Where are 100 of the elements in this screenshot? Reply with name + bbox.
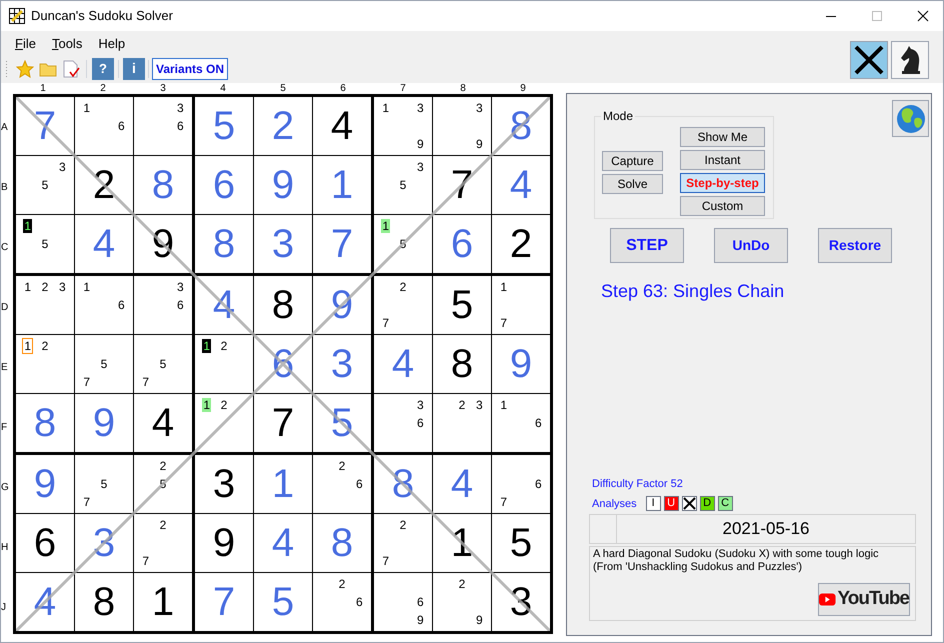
sudoku-cell[interactable]: 8 — [134, 156, 192, 214]
sudoku-cell[interactable]: 8 — [75, 573, 133, 631]
sudoku-cell[interactable]: 3 — [254, 215, 312, 273]
sudoku-cell[interactable]: 1 6 — [75, 276, 133, 334]
sudoku-cell[interactable]: 6 — [433, 215, 491, 273]
sudoku-cell[interactable]: 9 — [16, 455, 74, 513]
sudoku-cell[interactable]: 6 9 — [374, 573, 432, 631]
sudoku-cell[interactable]: 2 — [254, 97, 312, 155]
sudoku-cell[interactable]: 1 7 — [492, 276, 550, 334]
sudoku-cell[interactable]: 1 2 — [195, 335, 253, 393]
sudoku-cell[interactable]: 9 — [254, 156, 312, 214]
sudoku-cell[interactable]: 1 6 — [492, 394, 550, 452]
sudoku-cell[interactable]: 2 — [75, 156, 133, 214]
sudoku-cell[interactable]: 5 — [313, 394, 371, 452]
sudoku-cell[interactable]: 1 — [433, 514, 491, 572]
sudoku-cell[interactable]: 8 — [433, 335, 491, 393]
sudoku-cell[interactable]: 3 6 — [134, 276, 192, 334]
sudoku-cell[interactable]: 1 2 — [16, 335, 74, 393]
sudoku-cell[interactable]: 1 2 3 — [16, 276, 74, 334]
sudoku-cell[interactable]: 9 — [195, 514, 253, 572]
menu-item[interactable]: Help — [92, 32, 132, 54]
mode-option-button[interactable]: Instant — [680, 150, 765, 170]
sudoku-cell[interactable]: 8 — [195, 215, 253, 273]
sudoku-cell[interactable]: 9 — [75, 394, 133, 452]
sudoku-cell[interactable]: 2 6 — [313, 573, 371, 631]
sudoku-cell[interactable]: 1 5 — [16, 215, 74, 273]
menu-item[interactable]: Tools — [46, 32, 88, 54]
sudoku-cell[interactable]: 5 7 — [75, 335, 133, 393]
sudoku-cell[interactable]: 1 — [134, 573, 192, 631]
mode-action-button[interactable]: Solve — [602, 174, 663, 194]
sudoku-cell[interactable]: 3 9 — [433, 97, 491, 155]
sudoku-cell[interactable]: 6 — [195, 156, 253, 214]
sudoku-cell[interactable]: 5 — [433, 276, 491, 334]
sudoku-cell[interactable]: 7 — [195, 573, 253, 631]
action-button[interactable]: UnDo — [714, 228, 788, 263]
sudoku-cell[interactable]: 4 — [492, 156, 550, 214]
sudoku-cell[interactable]: 6 — [16, 514, 74, 572]
sudoku-cell[interactable]: 5 — [195, 97, 253, 155]
sudoku-cell[interactable]: 8 — [16, 394, 74, 452]
info-button[interactable]: i — [123, 58, 145, 80]
sudoku-cell[interactable]: 7 — [16, 97, 74, 155]
globe-button[interactable] — [892, 100, 929, 137]
sudoku-cell[interactable]: 8 — [254, 276, 312, 334]
mode-option-button[interactable]: Show Me — [680, 127, 765, 147]
sudoku-cell[interactable]: 2 — [492, 215, 550, 273]
variants-button[interactable]: Variants ON — [152, 58, 228, 80]
sudoku-cell[interactable]: 3 — [492, 573, 550, 631]
sudoku-cell[interactable]: 2 9 — [433, 573, 491, 631]
sudoku-cell[interactable]: 5 7 — [134, 335, 192, 393]
sudoku-cell[interactable]: 2 7 — [134, 514, 192, 572]
sudoku-cell[interactable]: 2 5 — [134, 455, 192, 513]
help-button[interactable]: ? — [92, 58, 114, 80]
sudoku-cell[interactable]: 1 2 — [195, 394, 253, 452]
stop-button[interactable] — [850, 41, 888, 79]
sudoku-cell[interactable]: 5 — [492, 514, 550, 572]
menu-item[interactable]: File — [9, 32, 42, 54]
sudoku-cell[interactable]: 3 — [313, 335, 371, 393]
sudoku-cell[interactable]: 7 — [433, 156, 491, 214]
sudoku-cell[interactable]: 4 — [374, 335, 432, 393]
sudoku-cell[interactable]: 4 — [254, 514, 312, 572]
sudoku-cell[interactable]: 4 — [134, 394, 192, 452]
sudoku-cell[interactable]: 4 — [433, 455, 491, 513]
sudoku-cell[interactable]: 9 — [492, 335, 550, 393]
sudoku-cell[interactable]: 1 — [313, 156, 371, 214]
sudoku-cell[interactable]: 8 — [492, 97, 550, 155]
sudoku-cell[interactable]: 2 3 — [433, 394, 491, 452]
mode-option-button[interactable]: Custom — [680, 196, 765, 216]
close-icon[interactable] — [917, 10, 929, 22]
sudoku-cell[interactable]: 3 5 — [16, 156, 74, 214]
sudoku-cell[interactable]: 7 — [313, 215, 371, 273]
sudoku-cell[interactable]: 5 7 — [75, 455, 133, 513]
sudoku-cell[interactable]: 8 — [374, 455, 432, 513]
sudoku-cell[interactable]: 3 — [75, 514, 133, 572]
document-check-icon[interactable] — [62, 60, 80, 78]
sudoku-cell[interactable]: 1 5 — [374, 215, 432, 273]
sudoku-cell[interactable]: 3 6 — [134, 97, 192, 155]
sudoku-cell[interactable]: 9 — [313, 276, 371, 334]
sudoku-cell[interactable]: 2 7 — [374, 276, 432, 334]
sudoku-cell[interactable]: 1 3 9 — [374, 97, 432, 155]
action-button[interactable]: STEP — [610, 228, 684, 263]
knight-button[interactable] — [891, 41, 929, 79]
sudoku-cell[interactable]: 8 — [313, 514, 371, 572]
mode-action-button[interactable]: Capture — [602, 151, 663, 171]
sudoku-cell[interactable]: 1 6 — [75, 97, 133, 155]
sudoku-cell[interactable]: 4 — [195, 276, 253, 334]
sudoku-cell[interactable]: 7 — [254, 394, 312, 452]
sudoku-cell[interactable]: 9 — [134, 215, 192, 273]
sudoku-cell[interactable]: 3 — [195, 455, 253, 513]
sudoku-cell[interactable]: 4 — [75, 215, 133, 273]
sudoku-cell[interactable]: 2 6 — [313, 455, 371, 513]
youtube-button[interactable]: YouTube — [818, 583, 910, 616]
sudoku-cell[interactable]: 5 — [254, 573, 312, 631]
sudoku-cell[interactable]: 6 7 — [492, 455, 550, 513]
action-button[interactable]: Restore — [818, 228, 892, 263]
sudoku-cell[interactable]: 2 7 — [374, 514, 432, 572]
sudoku-cell[interactable]: 4 — [16, 573, 74, 631]
sudoku-cell[interactable]: 4 — [313, 97, 371, 155]
sudoku-cell[interactable]: 3 5 — [374, 156, 432, 214]
sudoku-cell[interactable]: 1 — [254, 455, 312, 513]
sudoku-cell[interactable]: 3 6 — [374, 394, 432, 452]
